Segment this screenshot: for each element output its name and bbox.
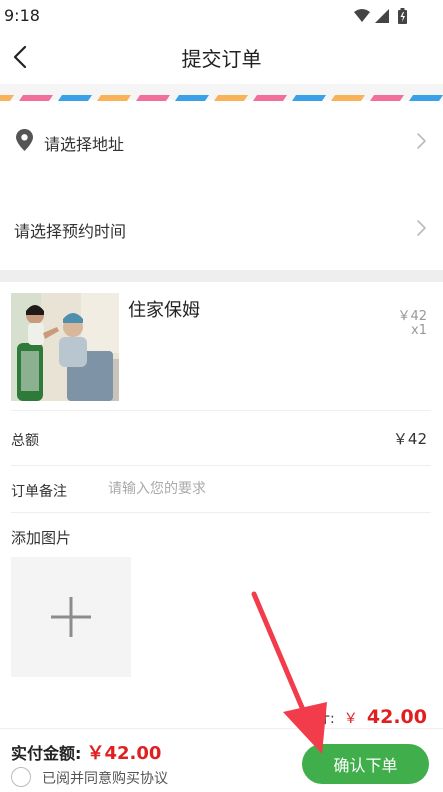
page-title: 提交订单 <box>181 47 262 71</box>
agreement-text[interactable]: 已阅并同意购买协议 <box>42 768 168 788</box>
status-time: 9:18 <box>4 6 40 25</box>
total-row: 总额 ￥42 <box>0 411 443 465</box>
product-item: 住家保姆 ￥42 x1 <box>0 282 443 410</box>
agreement-radio[interactable] <box>11 767 31 787</box>
confirm-order-button[interactable]: 确认下单 <box>302 744 429 784</box>
total-value: ￥42 <box>392 430 427 448</box>
pay-value: ￥42.00 <box>86 743 162 764</box>
appointment-time-selector[interactable]: 请选择预约时间 <box>0 192 443 262</box>
add-photo-label: 添加图片 <box>11 529 72 547</box>
chevron-right-icon <box>417 220 426 236</box>
nav-bar: 提交订单 <box>0 30 443 84</box>
product-image <box>11 293 119 401</box>
chevron-right-icon <box>417 133 426 149</box>
total-label: 总额 <box>11 433 39 449</box>
location-pin-icon <box>16 129 33 151</box>
pay-amount: 实付金额: ￥42.00 <box>11 739 161 765</box>
product-quantity: x1 <box>411 323 427 338</box>
product-price: ￥42 <box>397 309 427 324</box>
pay-label: 实付金额: <box>11 744 82 763</box>
summary-amount: 42.00 <box>366 706 427 728</box>
appointment-time-placeholder: 请选择预约时间 <box>14 222 127 241</box>
remark-label: 订单备注 <box>11 484 67 500</box>
divider <box>11 512 431 513</box>
battery-icon <box>398 8 407 24</box>
wifi-icon <box>354 9 370 22</box>
signal-icon <box>375 9 389 23</box>
summary-currency: ￥ <box>343 711 358 727</box>
section-gap <box>0 270 443 282</box>
add-photo-button[interactable] <box>11 557 131 677</box>
plus-icon <box>51 597 91 637</box>
remark-row: 订单备注 <box>0 466 443 512</box>
summary-label: 合计: <box>301 711 335 727</box>
address-selector[interactable]: 请选择地址 <box>0 101 443 181</box>
status-icons <box>354 8 407 24</box>
bottom-bar: 实付金额: ￥42.00 已阅并同意购买协议 确认下单 <box>0 728 443 792</box>
address-placeholder: 请选择地址 <box>44 135 125 154</box>
status-bar: 9:18 <box>0 0 443 30</box>
product-name: 住家保姆 <box>128 300 200 321</box>
remark-input[interactable] <box>108 475 428 503</box>
order-summary: 合计: ￥ 42.00 <box>302 706 427 730</box>
